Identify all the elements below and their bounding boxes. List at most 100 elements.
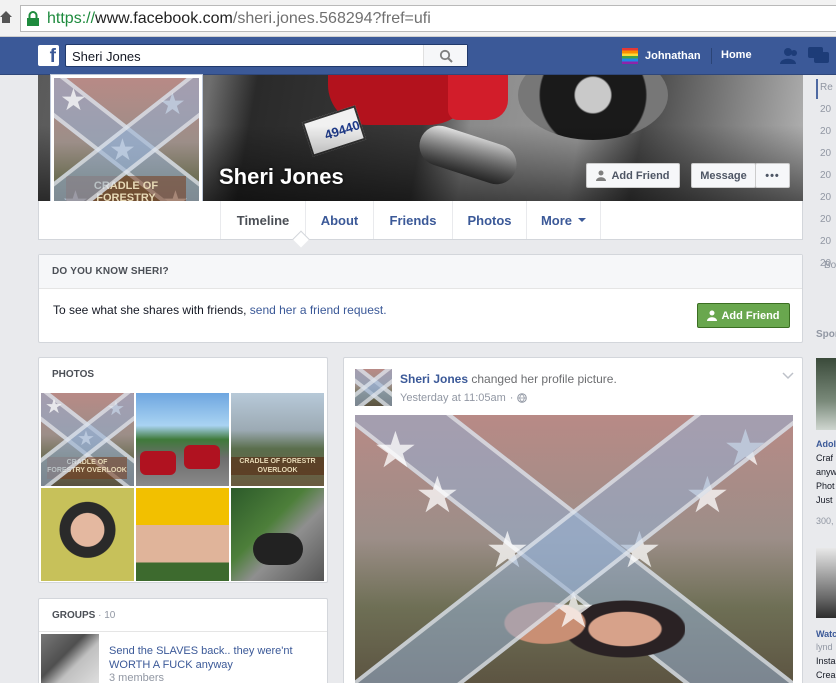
bike-shape [184, 445, 220, 469]
chevron-down-icon[interactable] [782, 372, 794, 380]
photos-title[interactable]: PHOTOS [52, 369, 94, 380]
ad-text-line: lynd [816, 642, 833, 652]
url-field[interactable]: https://www.facebook.com/sheri.jones.568… [20, 5, 836, 32]
year-item[interactable]: Bo [824, 260, 836, 280]
add-friend-icon [707, 310, 718, 321]
user-profile-link[interactable]: Johnathan [622, 48, 701, 64]
post-header: Sheri Jones changed her profile picture. [400, 372, 617, 386]
year-item[interactable]: 20 [820, 214, 836, 234]
url-text: https://www.facebook.com/sheri.jones.568… [47, 10, 431, 27]
profile-nav: Timeline About Friends Photos More [38, 201, 803, 248]
search-input[interactable]: Sheri Jones [65, 44, 468, 67]
photo-thumbnail[interactable] [136, 393, 229, 486]
groups-box: GROUPS · 10 Send the SLAVES back.. they … [38, 598, 328, 683]
ad-text-line: Insta [816, 656, 836, 666]
groups-title[interactable]: GROUPS · 10 [52, 610, 115, 621]
star-shape: ★ [685, 467, 730, 523]
browser-address-bar: https://www.facebook.com/sheri.jones.568… [0, 0, 836, 37]
tab-more[interactable]: More [526, 201, 601, 239]
profile-name[interactable]: Sheri Jones [219, 164, 344, 190]
photo-thumbnail[interactable] [136, 488, 229, 581]
star-shape: ★ [551, 582, 596, 638]
star-shape: ★ [723, 420, 768, 476]
star-shape: ★ [109, 134, 136, 167]
search-button[interactable] [423, 45, 467, 66]
friend-request-link[interactable]: send her a friend request. [250, 303, 387, 317]
more-options-button[interactable]: ••• [755, 163, 790, 188]
tab-timeline[interactable]: Timeline [220, 201, 305, 239]
right-sidebar: Re 20 20 20 20 20 20 20 20 Bo Spor Adol … [810, 75, 836, 683]
chevron-down-icon [578, 218, 587, 222]
photo-thumbnail[interactable] [231, 488, 324, 581]
star-shape: ★ [485, 522, 530, 578]
do-you-know-header: DO YOU KNOW SHERI? [39, 255, 802, 289]
add-friend-icon [596, 170, 607, 181]
star-shape: ★ [159, 88, 186, 121]
ad-title[interactable]: Adol [816, 439, 836, 449]
year-item[interactable]: 20 [820, 148, 836, 168]
overlook-sign: CRADLE OF FORESTRY OVERLOOK [47, 457, 127, 479]
year-item[interactable]: 20 [820, 170, 836, 190]
tab-friends[interactable]: Friends [373, 201, 452, 239]
message-button[interactable]: Message [691, 163, 756, 188]
year-item[interactable]: 20 [820, 126, 836, 146]
do-you-know-box: DO YOU KNOW SHERI? To see what she share… [38, 254, 803, 343]
ad-text-line: Crea [816, 670, 836, 680]
year-item[interactable]: 20 [820, 192, 836, 212]
star-shape: ★ [77, 428, 95, 450]
friend-requests-icon[interactable] [780, 47, 800, 65]
year-item[interactable]: 20 [820, 104, 836, 124]
photo-thumbnail[interactable]: ★ ★ ★ CRADLE OF FORESTRY OVERLOOK [41, 393, 134, 486]
ad-text-line: Phot [816, 481, 835, 491]
tab-photos[interactable]: Photos [452, 201, 526, 239]
ad-title[interactable]: Watc [816, 629, 836, 639]
home-icon[interactable] [0, 10, 12, 24]
home-link[interactable]: Home [721, 49, 752, 61]
divider [39, 631, 327, 632]
add-friend-button[interactable]: Add Friend [586, 163, 680, 188]
add-friend-green-label: Add Friend [721, 309, 780, 322]
tab-more-label: More [540, 212, 573, 228]
add-friend-green-button[interactable]: Add Friend [697, 303, 790, 328]
avatar [622, 48, 638, 64]
avatar[interactable] [355, 369, 392, 406]
lock-icon [27, 11, 39, 26]
ad-text-line: Craf [816, 453, 834, 463]
search-icon [439, 49, 453, 63]
overlook-sign: CRADLE OF FORESTR OVERLOOK [231, 457, 324, 475]
tab-about[interactable]: About [305, 201, 373, 239]
bike-shape [140, 451, 176, 475]
photos-box: PHOTOS ★ ★ ★ CRADLE OF FORESTRY OVERLOOK… [38, 357, 328, 583]
star-shape: ★ [373, 422, 418, 478]
photo-thumbnail[interactable] [41, 488, 134, 581]
star-shape: ★ [107, 398, 125, 420]
star-shape: ★ [60, 84, 87, 117]
group-name-link[interactable]: Send the SLAVES back.. they were'nt WORT… [109, 644, 309, 672]
post-timestamp[interactable]: Yesterday at 11:05am [400, 392, 506, 404]
post-author-link[interactable]: Sheri Jones [400, 372, 468, 386]
star-shape: ★ [415, 467, 460, 523]
user-name: Johnathan [645, 50, 701, 62]
separator-dot: · [509, 392, 514, 404]
facebook-top-bar: f Sheri Jones Johnathan Home [0, 37, 836, 75]
year-item[interactable]: 20 [820, 236, 836, 256]
facebook-logo-icon[interactable]: f [38, 45, 59, 67]
year-item[interactable]: Re [820, 82, 836, 102]
messages-icon[interactable] [808, 47, 830, 65]
ad-text-line: Just [816, 495, 833, 505]
group-image[interactable] [41, 634, 99, 683]
divider [711, 48, 712, 64]
year-selector-indicator [816, 79, 818, 99]
post-photo[interactable]: ★ ★ ★ ★ ★ ★ ★ [355, 415, 793, 683]
ad-likes: 300, [816, 516, 834, 526]
do-you-know-title: DO YOU KNOW SHERI? [52, 266, 169, 277]
photo-thumbnail[interactable]: CRADLE OF FORESTR OVERLOOK [231, 393, 324, 486]
star-shape: ★ [617, 522, 662, 578]
bike-shape [253, 533, 303, 565]
ad-image[interactable] [816, 548, 836, 618]
post-meta: Yesterday at 11:05am · [400, 392, 528, 404]
ad-image[interactable] [816, 358, 836, 430]
timeline-post: Sheri Jones changed her profile picture.… [343, 357, 803, 683]
post-action: changed her profile picture. [471, 372, 617, 386]
globe-icon[interactable] [517, 393, 528, 403]
